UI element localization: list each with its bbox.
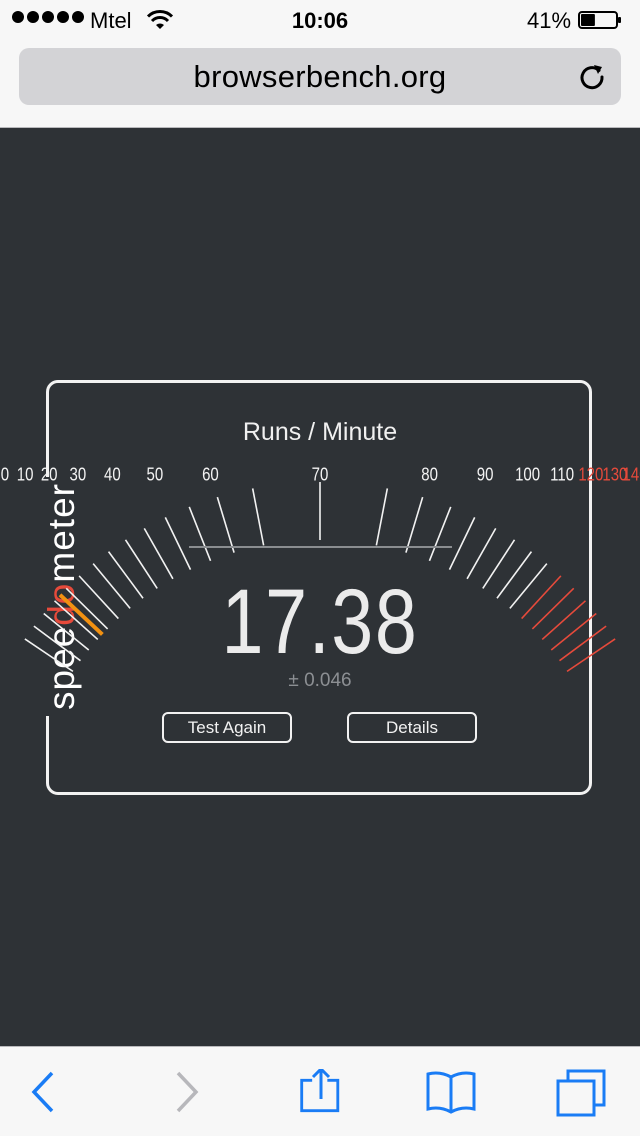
gauge-tick-60 [216,496,235,553]
web-page: speedometer Runs / Minute 0 10 20 30 40 50 60 7… [0,128,640,1046]
score-error: ± 0.046 [288,670,352,691]
gauge-label-140: 140 [623,464,640,485]
gauge-label-20: 20 [41,464,58,485]
chevron-right-icon[interactable] [160,1069,210,1119]
gauge-label-100: 100 [515,464,540,485]
share-icon[interactable] [296,1069,346,1119]
gauge-label-90: 90 [477,464,494,485]
gauge-tick-85 [428,506,452,562]
battery-percent: 41% [527,8,572,33]
gauge-label-110: 110 [550,464,574,485]
gauge-title: Runs / Minute [242,418,398,446]
book-icon[interactable] [426,1069,476,1119]
url-text[interactable]: browserbench.org [19,48,621,105]
chevron-left-icon[interactable] [20,1069,70,1119]
test-again-button[interactable]: Test Again [162,712,292,743]
gauge-tick-75 [375,488,389,546]
battery-icon [578,11,621,29]
gauge-label-50: 50 [147,464,164,485]
gauge-tick-80 [405,496,424,553]
details-button[interactable]: Details [347,712,477,743]
gauge-label-120: 120 [578,464,603,485]
tabs-icon[interactable] [556,1069,606,1119]
gauge-label-70: 70 [312,464,329,485]
gauge-divider [189,546,452,548]
gauge-label-10: 10 [17,464,34,485]
gauge-label-80: 80 [421,464,438,485]
gauge-label-0: 0 [1,464,9,485]
address-bar[interactable]: browserbench.org [19,48,621,105]
gauge-label-30: 30 [70,464,87,485]
gauge-tick-55 [188,506,212,562]
gauge-tick-65 [251,488,265,546]
browser-top-chrome: Mtel 10:06 41% browserbench.org [0,0,640,128]
status-bar: Mtel 10:06 41% [0,0,640,40]
score-value: 17.38 [221,571,419,673]
browser-toolbar [0,1046,640,1136]
reload-icon[interactable] [577,62,607,92]
gauge-label-60: 60 [202,464,219,485]
speedometer-gauge: 0102030405060708090100110120130140 [1,464,640,673]
gauge-label-40: 40 [104,464,121,485]
